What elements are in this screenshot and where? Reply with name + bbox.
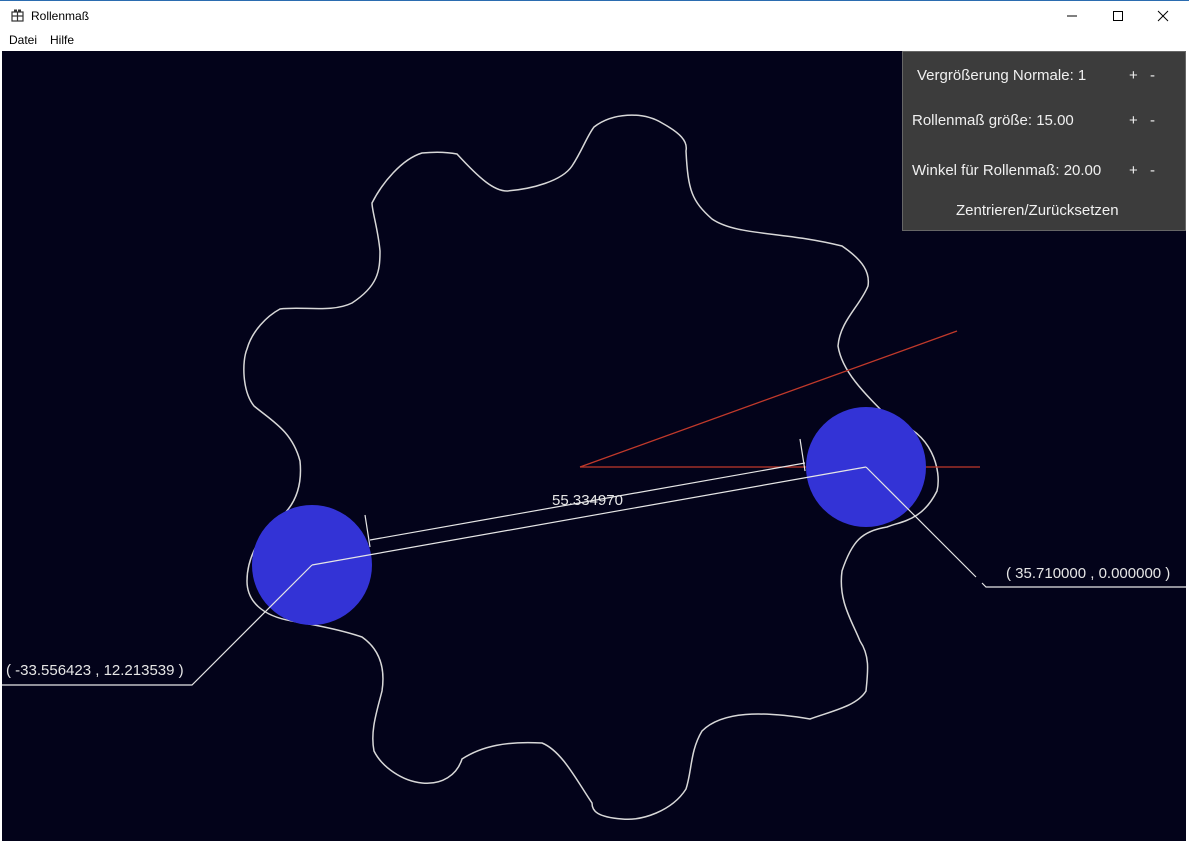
distance-label: 55.334970 bbox=[552, 492, 623, 509]
maximize-button[interactable] bbox=[1095, 1, 1141, 30]
menu-datei[interactable]: Datei bbox=[9, 33, 37, 47]
title-bar: Rollenmaß bbox=[0, 0, 1189, 30]
window-title: Rollenmaß bbox=[31, 9, 90, 23]
angle-minus-button[interactable]: - bbox=[1150, 162, 1155, 179]
magnification-label: Vergrößerung Normale: 1 bbox=[917, 67, 1087, 84]
menu-bar: Datei Hilfe bbox=[0, 30, 1189, 51]
minimize-icon bbox=[1067, 15, 1077, 16]
roller-size-label: Rollenmaß größe: 15.00 bbox=[912, 112, 1074, 129]
control-panel: Vergrößerung Normale: 1 + - Rollenmaß gr… bbox=[902, 51, 1186, 231]
right-leader-underline bbox=[981, 582, 1186, 588]
right-coordinate-label: ( 35.710000 , 0.000000 ) bbox=[1006, 565, 1171, 582]
dimension-tick-right bbox=[799, 438, 806, 472]
minimize-button[interactable] bbox=[1049, 1, 1095, 30]
angle-plus-button[interactable]: + bbox=[1129, 162, 1138, 179]
angle-label: Winkel für Rollenmaß: 20.00 bbox=[912, 162, 1102, 179]
close-icon bbox=[1157, 10, 1169, 21]
menu-hilfe[interactable]: Hilfe bbox=[50, 33, 74, 47]
roller-size-plus-button[interactable]: + bbox=[1129, 112, 1138, 129]
center-connection-line bbox=[311, 466, 867, 566]
magnification-minus-button[interactable]: - bbox=[1150, 67, 1155, 84]
magnification-plus-button[interactable]: + bbox=[1129, 67, 1138, 84]
left-coordinate-label: ( -33.556423 , 12.213539 ) bbox=[6, 662, 184, 679]
maximize-icon bbox=[1113, 10, 1123, 21]
drawing-canvas[interactable]: 55.334970 ( -33.556423 , 12.213539 ) ( 3… bbox=[2, 51, 1186, 841]
roller-size-minus-button[interactable]: - bbox=[1150, 112, 1155, 129]
close-button[interactable] bbox=[1140, 1, 1186, 30]
reset-button[interactable]: Zentrieren/Zurücksetzen bbox=[956, 202, 1119, 219]
gear-app-icon bbox=[11, 9, 24, 22]
